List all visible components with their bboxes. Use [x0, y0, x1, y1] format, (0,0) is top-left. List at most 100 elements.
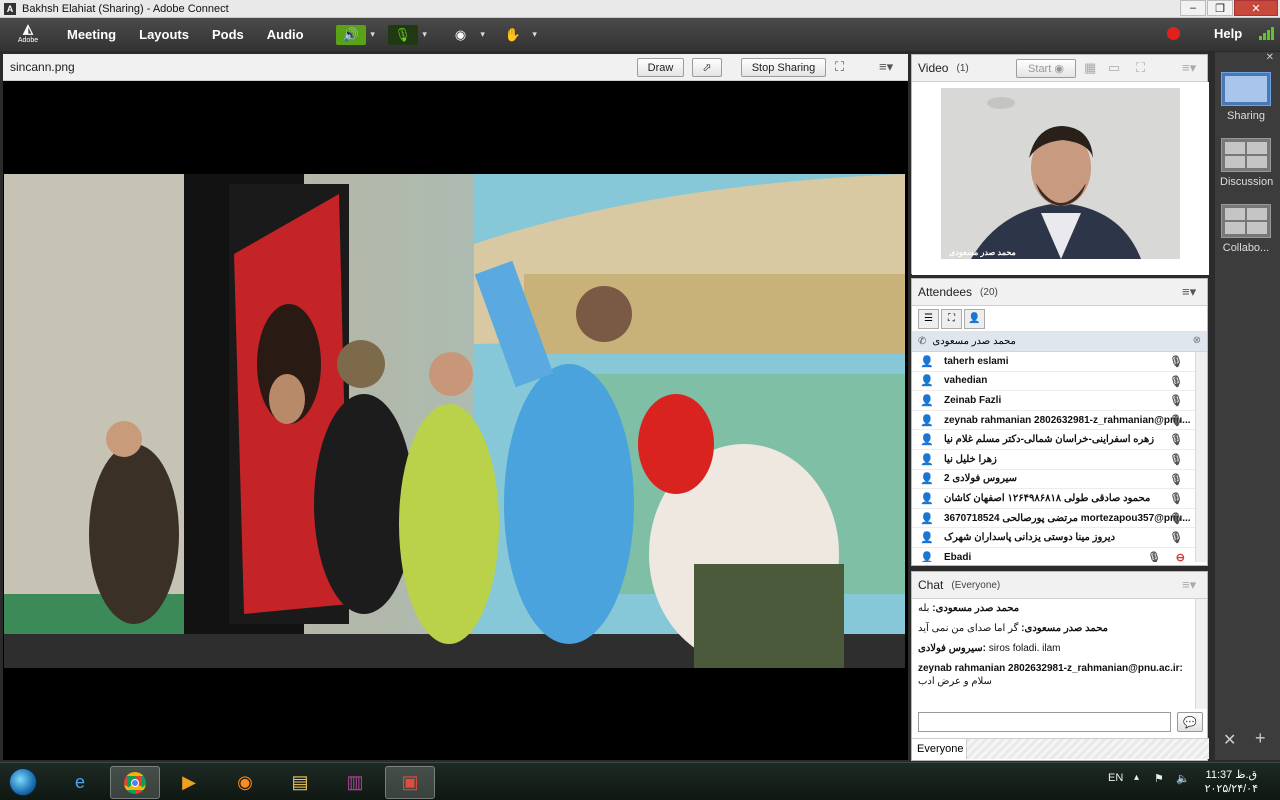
- list-item[interactable]: 👤 Zeinab Fazli 🎙: [912, 391, 1207, 411]
- host-row[interactable]: ✆ محمد صدر مسعودی ⊗: [912, 332, 1207, 352]
- chat-message-text: سلام و عرض ادب: [918, 676, 992, 687]
- chat-message: محمد صدر مسعودی: بله: [918, 603, 1020, 614]
- pod-menu-icon[interactable]: ≡▾: [1182, 284, 1196, 300]
- clock[interactable]: 11:37 ق.ظ ۲۰۲۵/۲۴/۰۴: [1205, 768, 1258, 796]
- menu-layouts[interactable]: Layouts: [139, 27, 189, 42]
- tools-icon[interactable]: ✕: [1223, 730, 1236, 750]
- ie-icon[interactable]: e: [55, 766, 105, 799]
- firefox-icon[interactable]: ◉: [220, 766, 270, 799]
- stop-sharing-button[interactable]: Stop Sharing: [741, 58, 826, 77]
- attendee-scrollbar[interactable]: [1195, 352, 1207, 562]
- grid-view-icon[interactable]: ▦: [1084, 60, 1096, 76]
- chat-messages: محمد صدر مسعودی: بله محمد صدر مسعودی: گر…: [912, 599, 1207, 709]
- video-pod-header: Video (1) Start ◉ ▦ ▭ ⛶ ≡▾: [912, 55, 1207, 82]
- list-item[interactable]: 👤 vahedian 🎙: [912, 372, 1207, 392]
- volume-icon[interactable]: 🔈: [1176, 772, 1190, 785]
- list-item[interactable]: 👤 Ebadi 🎙 ⊖: [912, 548, 1207, 562]
- layout-collaboration[interactable]: Collabo...: [1220, 204, 1272, 254]
- attendees-pod: Attendees (20) ≡▾ ☰ ⛶ 👤 ✆ محمد صدر مسعود…: [911, 278, 1208, 566]
- webcam-control[interactable]: ◉ ▾: [446, 24, 490, 46]
- maximize-button[interactable]: ❐: [1207, 0, 1233, 16]
- list-item[interactable]: 👤 محمود صادقی طولی ۱۲۶۴۹۸۶۸۱۸ اصفهان کاشا…: [912, 489, 1207, 509]
- list-view-icon[interactable]: ☰: [918, 308, 939, 329]
- pod-menu-icon[interactable]: ≡▾: [1182, 577, 1196, 593]
- file-explorer-icon[interactable]: ▤: [275, 766, 325, 799]
- video-pod-title: Video: [918, 61, 949, 75]
- winrar-icon[interactable]: ▥: [330, 766, 380, 799]
- menu-pods[interactable]: Pods: [212, 27, 244, 42]
- list-item[interactable]: 👤 zeynab rahmanian 2802632981-z_rahmanian…: [912, 411, 1207, 431]
- help-menu[interactable]: Help: [1214, 26, 1242, 41]
- chrome-icon[interactable]: [110, 766, 160, 799]
- chat-input[interactable]: [918, 712, 1171, 732]
- attendee-list: 👤 taherh eslami 🎙 👤 vahedian 🎙 👤 Zeinab Fazli…: [912, 352, 1207, 562]
- add-layout-icon[interactable]: +: [1255, 728, 1266, 749]
- person-icon: 👤: [920, 375, 934, 388]
- list-item[interactable]: 👤 زهره اسفراینی-خراسان شمالی-دکتر مسلم غل…: [912, 430, 1207, 450]
- share-pod-header: sincann.png Draw ⬀ Stop Sharing ⛶ ≡▾: [3, 54, 908, 81]
- media-player-icon[interactable]: ▶: [164, 766, 214, 799]
- attendees-pod-title: Attendees: [918, 285, 973, 299]
- speech-bubble-icon: 💬: [1183, 716, 1197, 729]
- microphone-icon: 🎙: [1169, 453, 1183, 466]
- menu-audio[interactable]: Audio: [267, 27, 304, 42]
- webcam-image: [941, 88, 1180, 259]
- microphone-control[interactable]: 🎙 ▾: [387, 24, 432, 46]
- close-icon[interactable]: ⊗: [1193, 335, 1201, 346]
- chat-scope: (Everyone): [951, 579, 1001, 591]
- chevron-down-icon[interactable]: ▾: [366, 29, 380, 40]
- pod-menu-icon[interactable]: ≡▾: [879, 59, 893, 75]
- raise-hand-control[interactable]: ✋ ▾: [498, 24, 542, 46]
- layout-thumbnail: [1221, 138, 1271, 172]
- layout-sharing[interactable]: Sharing: [1220, 72, 1272, 122]
- start-webcam-button[interactable]: Start ◉: [1016, 59, 1076, 78]
- chat-pod-header: Chat (Everyone) ≡▾: [912, 572, 1207, 599]
- adobe-connect-icon[interactable]: ▣: [385, 766, 435, 799]
- menu-meeting[interactable]: Meeting: [67, 27, 116, 42]
- chat-recipient-selector[interactable]: Everyone: [912, 739, 967, 759]
- webcam-icon[interactable]: ◉: [446, 25, 476, 45]
- list-item[interactable]: 👤 زهرا خلیل نیا 🎙: [912, 450, 1207, 470]
- person-icon: 👤: [920, 355, 934, 368]
- pod-menu-icon[interactable]: ≡▾: [1182, 60, 1196, 76]
- window-controls: – ❐ ✕: [1179, 0, 1278, 16]
- person-icon: 👤: [920, 394, 934, 407]
- chevron-down-icon[interactable]: ▾: [476, 29, 490, 40]
- microphone-icon[interactable]: 🎙: [387, 24, 418, 45]
- close-icon[interactable]: ✕: [1266, 52, 1274, 63]
- chat-footer: Everyone: [912, 738, 1209, 759]
- host-phone-icon: ✆: [918, 336, 927, 347]
- send-message-button[interactable]: 💬: [1177, 712, 1203, 732]
- roles-view-icon[interactable]: 👤: [964, 308, 985, 329]
- filmstrip-view-icon[interactable]: ▭: [1108, 60, 1120, 76]
- start-button[interactable]: [4, 765, 42, 799]
- tray-chevron-icon[interactable]: ▴: [1134, 772, 1139, 783]
- flag-icon[interactable]: ⚑: [1154, 772, 1164, 785]
- attendee-count: (20): [980, 286, 998, 298]
- draw-button[interactable]: Draw: [637, 58, 684, 77]
- video-pod: Video (1) Start ◉ ▦ ▭ ⛶ ≡▾ محمد صدر مسعو…: [911, 54, 1209, 275]
- language-indicator[interactable]: EN: [1108, 772, 1123, 784]
- list-item[interactable]: 👤 دیروز مینا دوستی یزدانی پاسداران شهرک 🎙: [912, 528, 1207, 548]
- list-item[interactable]: 👤 2 سیروس فولادی 🎙: [912, 470, 1207, 490]
- microphone-icon: 🎙: [1169, 473, 1183, 486]
- chat-message: zeynab rahmanian 2802632981-z_rahmanian@…: [918, 663, 1183, 674]
- close-button[interactable]: ✕: [1234, 0, 1278, 16]
- layout-discussion[interactable]: Discussion: [1220, 138, 1273, 188]
- list-item[interactable]: 👤 مرتضی پورصالحی 3670718524 mortezapou357…: [912, 509, 1207, 529]
- chevron-down-icon[interactable]: ▾: [418, 29, 432, 40]
- recording-indicator-icon[interactable]: [1167, 27, 1180, 40]
- chat-scrollbar[interactable]: [1195, 599, 1207, 709]
- fullscreen-icon[interactable]: ⛶: [1136, 60, 1145, 76]
- raise-hand-icon[interactable]: ✋: [498, 25, 528, 45]
- speaker-control[interactable]: 🔊 ▾: [335, 24, 380, 46]
- chevron-down-icon[interactable]: ▾: [528, 29, 542, 40]
- pointer-tool-button[interactable]: ⬀: [692, 58, 722, 77]
- list-item[interactable]: 👤 taherh eslami 🎙: [912, 352, 1207, 372]
- connection-signal-icon: [1259, 26, 1274, 40]
- fullscreen-icon[interactable]: ⛶: [835, 59, 844, 75]
- speaker-icon[interactable]: 🔊: [335, 24, 366, 45]
- minimize-button[interactable]: –: [1180, 0, 1206, 16]
- person-icon: 👤: [920, 492, 934, 505]
- breakout-view-icon[interactable]: ⛶: [941, 308, 962, 329]
